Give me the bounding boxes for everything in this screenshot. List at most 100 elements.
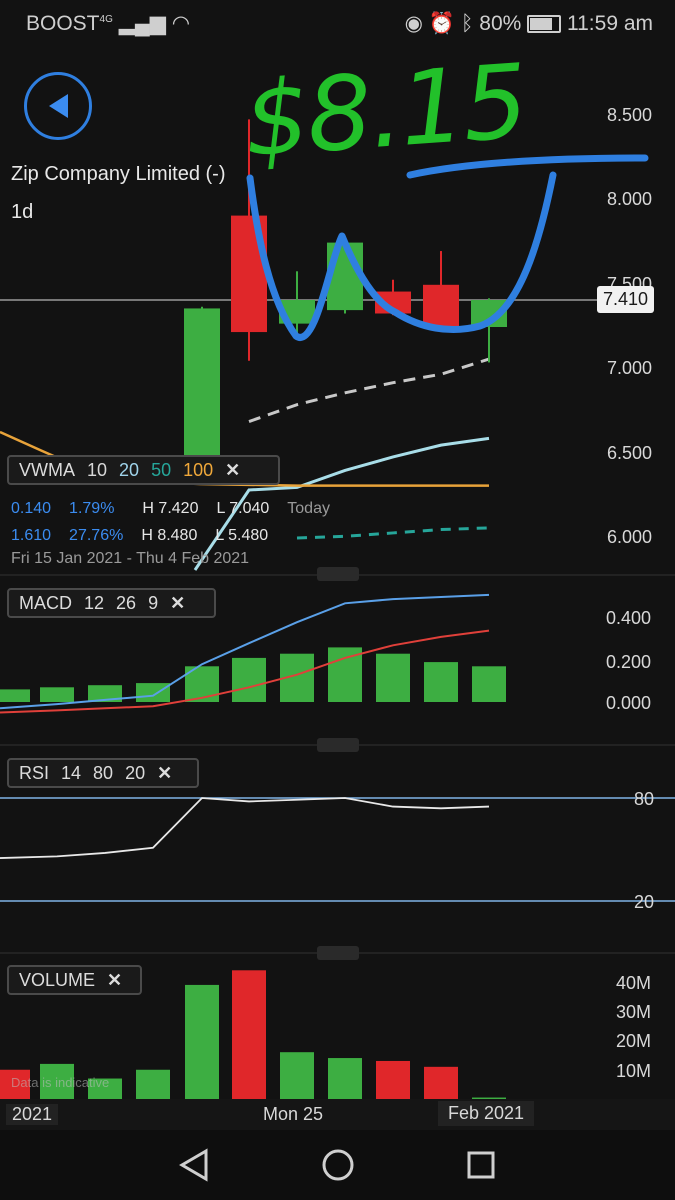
- instrument-name: Zip Company Limited (-): [11, 163, 226, 185]
- vwma-period-20: 20: [119, 459, 140, 480]
- volume-axis-label: 20M: [616, 1031, 651, 1051]
- vwma-period-10: 10: [87, 459, 108, 480]
- battery-icon: [527, 15, 562, 34]
- back-nav-icon[interactable]: [178, 1148, 210, 1182]
- vwma-close-icon[interactable]: ✕: [225, 460, 240, 481]
- clock: 11:59 am: [567, 12, 653, 35]
- back-button[interactable]: [24, 72, 92, 140]
- period-label: Today: [287, 500, 330, 517]
- macd-hist-bar: [136, 683, 170, 702]
- rsi-axis-label: 80: [634, 789, 654, 809]
- macd-axis-label: 0.200: [606, 652, 651, 672]
- rsi-chip[interactable]: RSI 14 80 20 ✕: [7, 758, 199, 788]
- alarm-icon: ⏰: [428, 12, 455, 35]
- range-high-value: H 8.480: [141, 527, 198, 544]
- wifi-icon: ◠: [171, 12, 191, 35]
- macd-hist-bar: [376, 653, 410, 702]
- back-arrow-icon: [49, 94, 68, 118]
- home-nav-icon[interactable]: [321, 1148, 355, 1182]
- price-info: 0.140 1.79% H 7.420 L 7.040 Today 1.610 …: [11, 500, 411, 568]
- pane-divider-handle[interactable]: [317, 946, 359, 960]
- vwma-chip[interactable]: VWMA 10 20 50 100 ✕: [7, 455, 280, 485]
- vwma-period-100: 100: [183, 459, 214, 480]
- volume-bar: [232, 970, 266, 1099]
- candle-body: [327, 242, 363, 311]
- volume-bar: [280, 1052, 314, 1099]
- volume-bar: [136, 1069, 170, 1099]
- macd-hist-bar: [328, 647, 362, 702]
- volume-bar: [376, 1060, 410, 1099]
- last-price-label: 7.410: [597, 286, 655, 313]
- volume-chip[interactable]: VOLUME ✕: [7, 965, 142, 995]
- macd-label: MACD: [19, 592, 72, 613]
- time-label: Mon 25: [263, 1104, 324, 1124]
- range-change-percent: 27.76%: [69, 527, 124, 544]
- vwma-period-50: 50: [151, 459, 172, 480]
- volume-bar: [328, 1058, 362, 1099]
- signal-line: [0, 629, 490, 714]
- macd-hist-bar: [185, 666, 219, 702]
- recents-nav-icon[interactable]: [466, 1150, 496, 1180]
- rsi-axis-label: 20: [634, 892, 654, 912]
- carrier-label: BOOST4G ▂▄▆ ◠: [26, 12, 191, 35]
- candle-body: [184, 308, 220, 463]
- price-axis-label: 6.500: [607, 442, 653, 463]
- macd-axis-label: 0.400: [606, 608, 651, 628]
- macd-hist-bar: [0, 689, 30, 702]
- candle-body: [423, 284, 459, 327]
- macd-signal: 9: [148, 592, 159, 613]
- price-axis-label: 7.000: [607, 358, 653, 379]
- battery-percent: 80%: [479, 12, 522, 35]
- pane-divider-handle[interactable]: [317, 738, 359, 752]
- vwma-label: VWMA: [19, 459, 75, 480]
- eye-icon: ◉: [404, 12, 423, 35]
- time-label: Feb 2021: [438, 1101, 535, 1126]
- change-percent: 1.79%: [69, 500, 115, 517]
- interval-label: 1d: [11, 201, 34, 223]
- signal-icon: ▂▄▆: [118, 12, 166, 35]
- price-axis-label: 6.000: [607, 527, 653, 547]
- candle-body: [471, 299, 507, 327]
- bluetooth-icon: ᛒ: [460, 12, 474, 35]
- volume-label: VOLUME: [19, 969, 96, 990]
- low-value: L 7.040: [216, 500, 270, 517]
- macd-hist-bar: [472, 666, 506, 702]
- time-label: 2021: [6, 1104, 59, 1125]
- status-right: ◉ ⏰ ᛒ 80% 11:59 am: [405, 11, 653, 36]
- vwma-10-line: [248, 357, 490, 423]
- volume-axis-label: 10M: [616, 1061, 651, 1081]
- data-note: Data is indicative: [11, 1075, 110, 1090]
- candle-body: [231, 215, 267, 333]
- price-axis-label: 8.500: [607, 105, 653, 125]
- rsi-lower: 20: [125, 762, 146, 783]
- rsi-label: RSI: [19, 762, 50, 783]
- nav-bar: [0, 1130, 675, 1200]
- range-low-value: L 5.480: [215, 527, 269, 544]
- volume-close-icon[interactable]: ✕: [107, 970, 122, 991]
- candle-body: [279, 299, 315, 324]
- macd-hist-bar: [232, 657, 266, 702]
- macd-chip[interactable]: MACD 12 26 9 ✕: [7, 588, 216, 618]
- macd-slow: 26: [116, 592, 137, 613]
- pane-divider-handle[interactable]: [317, 567, 359, 581]
- high-value: H 7.420: [142, 500, 199, 517]
- range-change-value: 1.610: [11, 527, 52, 544]
- status-bar: BOOST4G ▂▄▆ ◠ ◉ ⏰ ᛒ 80% 11:59 am: [0, 0, 675, 46]
- candle-body: [375, 291, 411, 314]
- change-value: 0.140: [11, 500, 52, 517]
- volume-bar: [424, 1066, 458, 1099]
- time-axis: 2021 Mon 25 Feb 2021: [0, 1099, 675, 1130]
- macd-fast: 12: [84, 592, 105, 613]
- macd-hist-bar: [88, 685, 122, 702]
- handwritten-cup-line: [246, 171, 557, 341]
- price-axis-label: 8.000: [607, 189, 653, 210]
- macd-hist-bar: [40, 687, 74, 702]
- rsi-close-icon[interactable]: ✕: [157, 763, 172, 784]
- volume-bar: [185, 984, 219, 1099]
- date-range: Fri 15 Jan 2021 - Thu 4 Feb 2021: [11, 550, 250, 567]
- handwritten-price: $8.15: [240, 42, 530, 181]
- volume-axis-label: 40M: [616, 973, 651, 993]
- macd-hist-bar: [424, 662, 458, 702]
- volume-axis-label: 30M: [616, 1002, 651, 1022]
- macd-close-icon[interactable]: ✕: [170, 593, 185, 614]
